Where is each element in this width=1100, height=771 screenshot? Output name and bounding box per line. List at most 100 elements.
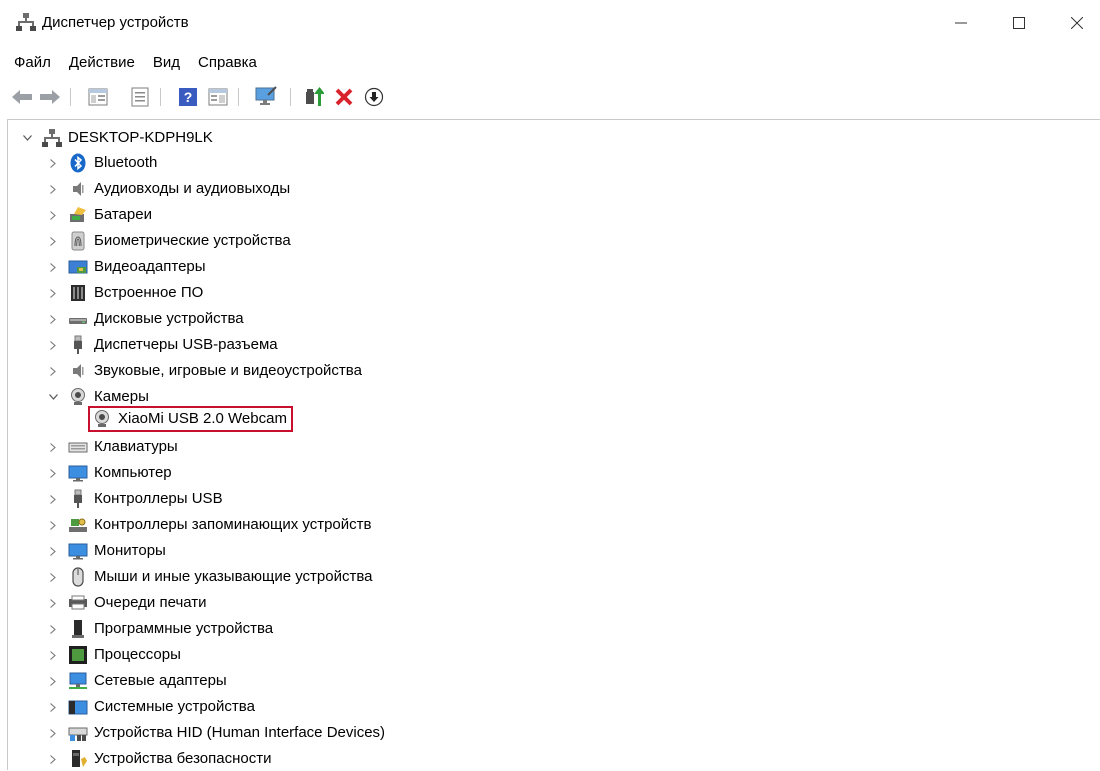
tree-item-network-adapters[interactable]: Сетевые адаптеры [46, 669, 227, 693]
scan-hardware-button[interactable] [254, 85, 278, 109]
chevron-right-icon[interactable] [46, 596, 60, 610]
tree-item-label: Процессоры [94, 646, 181, 663]
tree-item-label: Устройства безопасности [94, 750, 272, 767]
tree-item-label: Камеры [94, 388, 149, 405]
minimize-icon [955, 22, 967, 24]
tree-item-label: Дисковые устройства [94, 310, 244, 327]
maximize-icon [1013, 17, 1025, 29]
help-button[interactable]: ? [176, 85, 200, 109]
close-icon [1071, 17, 1083, 29]
chevron-right-icon[interactable] [46, 286, 60, 300]
console-tree-icon [88, 88, 108, 106]
tree-item-bluetooth[interactable]: Bluetooth [46, 151, 157, 175]
tree-item-mice[interactable]: Мыши и иные указывающие устройства [46, 565, 372, 589]
tree-item-monitors[interactable]: Мониторы [46, 539, 166, 563]
tree-item-label: Компьютер [94, 464, 172, 481]
back-button[interactable] [10, 85, 34, 109]
toolbar-separator [238, 88, 239, 106]
tree-item-label: Клавиатуры [94, 438, 178, 455]
chevron-right-icon[interactable] [46, 700, 60, 714]
chevron-right-icon[interactable] [46, 518, 60, 532]
download-circle-icon [364, 87, 384, 107]
monitor-icon [68, 463, 88, 483]
close-button[interactable] [1054, 6, 1100, 40]
security-device-icon [68, 749, 88, 769]
tree-item-label: Аудиовходы и аудиовыходы [94, 180, 291, 197]
chevron-down-icon[interactable] [46, 390, 60, 404]
chevron-right-icon[interactable] [46, 648, 60, 662]
menu-view[interactable]: Вид [143, 50, 188, 76]
menu-file[interactable]: Файл [0, 50, 59, 76]
tree-item-security-devices[interactable]: Устройства безопасности [46, 747, 271, 771]
maximize-button[interactable] [996, 6, 1042, 40]
menu-action[interactable]: Действие [59, 50, 143, 76]
storage-controller-icon [68, 515, 88, 535]
toolbar: ? [0, 80, 1100, 114]
tree-item-system-devices[interactable]: Системные устройства [46, 695, 255, 719]
chevron-right-icon[interactable] [46, 182, 60, 196]
bluetooth-icon [68, 153, 88, 173]
chevron-right-icon[interactable] [46, 674, 60, 688]
uninstall-device-button[interactable] [332, 85, 356, 109]
chevron-right-icon[interactable] [46, 544, 60, 558]
tree-item-label: XiaoMi USB 2.0 Webcam [118, 409, 287, 429]
chevron-right-icon[interactable] [46, 364, 60, 378]
chevron-right-icon[interactable] [46, 156, 60, 170]
minimize-button[interactable] [938, 6, 984, 40]
tree-item-label: Устройства HID (Human Interface Devices) [94, 724, 386, 741]
show-hide-console-tree-button[interactable] [86, 85, 110, 109]
keyboard-icon [68, 437, 88, 457]
back-arrow-icon [12, 90, 32, 104]
chevron-right-icon[interactable] [46, 752, 60, 766]
svg-text:?: ? [184, 89, 193, 105]
tree-item-print-queues[interactable]: Очереди печати [46, 591, 207, 615]
tree-item-computer[interactable]: Компьютер [46, 461, 172, 485]
title-bar: Диспетчер устройств [0, 0, 1100, 46]
disable-device-button[interactable] [362, 85, 386, 109]
tree-item-software-devices[interactable]: Программные устройства [46, 617, 273, 641]
action-pane-button[interactable] [206, 85, 230, 109]
toolbar-separator [70, 88, 71, 106]
chevron-right-icon[interactable] [46, 440, 60, 454]
tree-item-label: Системные устройства [94, 698, 255, 715]
update-driver-icon [306, 87, 324, 106]
tree-item-audio-io[interactable]: Аудиовходы и аудиовыходы [46, 177, 290, 201]
tree-root[interactable]: DESKTOP-KDPH9LK [20, 126, 213, 150]
forward-button[interactable] [38, 85, 62, 109]
chevron-right-icon[interactable] [46, 208, 60, 222]
tree-item-usb-controllers[interactable]: Контроллеры USB [46, 487, 223, 511]
chevron-right-icon[interactable] [46, 570, 60, 584]
tree-item-display-adapters[interactable]: Видеоадаптеры [46, 255, 206, 279]
chevron-down-icon[interactable] [20, 131, 34, 145]
chevron-right-icon[interactable] [46, 726, 60, 740]
tree-root-label: DESKTOP-KDPH9LK [68, 129, 213, 146]
highlighted-device[interactable]: XiaoMi USB 2.0 Webcam [88, 406, 293, 432]
firmware-icon [68, 283, 88, 303]
tree-item-sound-video-game[interactable]: Звуковые, игровые и видеоустройства [46, 359, 362, 383]
chevron-right-icon[interactable] [46, 492, 60, 506]
tree-item-firmware[interactable]: Встроенное ПО [46, 281, 203, 305]
properties-button[interactable] [128, 85, 152, 109]
tree-item-disk-drives[interactable]: Дисковые устройства [46, 307, 244, 331]
menu-help[interactable]: Справка [188, 50, 265, 76]
chevron-right-icon[interactable] [46, 338, 60, 352]
display-adapter-icon [68, 257, 88, 277]
chevron-right-icon[interactable] [46, 466, 60, 480]
tree-item-hid[interactable]: Устройства HID (Human Interface Devices) [46, 721, 385, 745]
mouse-icon [68, 567, 88, 587]
chevron-right-icon[interactable] [46, 260, 60, 274]
tree-item-label: Программные устройства [94, 620, 274, 637]
computer-network-icon [42, 128, 62, 148]
tree-item-biometric[interactable]: Биометрические устройства [46, 229, 291, 253]
update-driver-button[interactable] [302, 85, 326, 109]
tree-item-usb-connector-managers[interactable]: Диспетчеры USB-разъема [46, 333, 278, 357]
tree-item-keyboards[interactable]: Клавиатуры [46, 435, 178, 459]
chevron-right-icon[interactable] [46, 312, 60, 326]
tree-item-batteries[interactable]: Батареи [46, 203, 152, 227]
tree-item-xiaomi-webcam[interactable]: XiaoMi USB 2.0 Webcam [88, 406, 293, 432]
chevron-right-icon[interactable] [46, 622, 60, 636]
tree-item-processors[interactable]: Процессоры [46, 643, 181, 667]
help-icon: ? [179, 88, 197, 106]
tree-item-storage-controllers[interactable]: Контроллеры запоминающих устройств [46, 513, 371, 537]
chevron-right-icon[interactable] [46, 234, 60, 248]
